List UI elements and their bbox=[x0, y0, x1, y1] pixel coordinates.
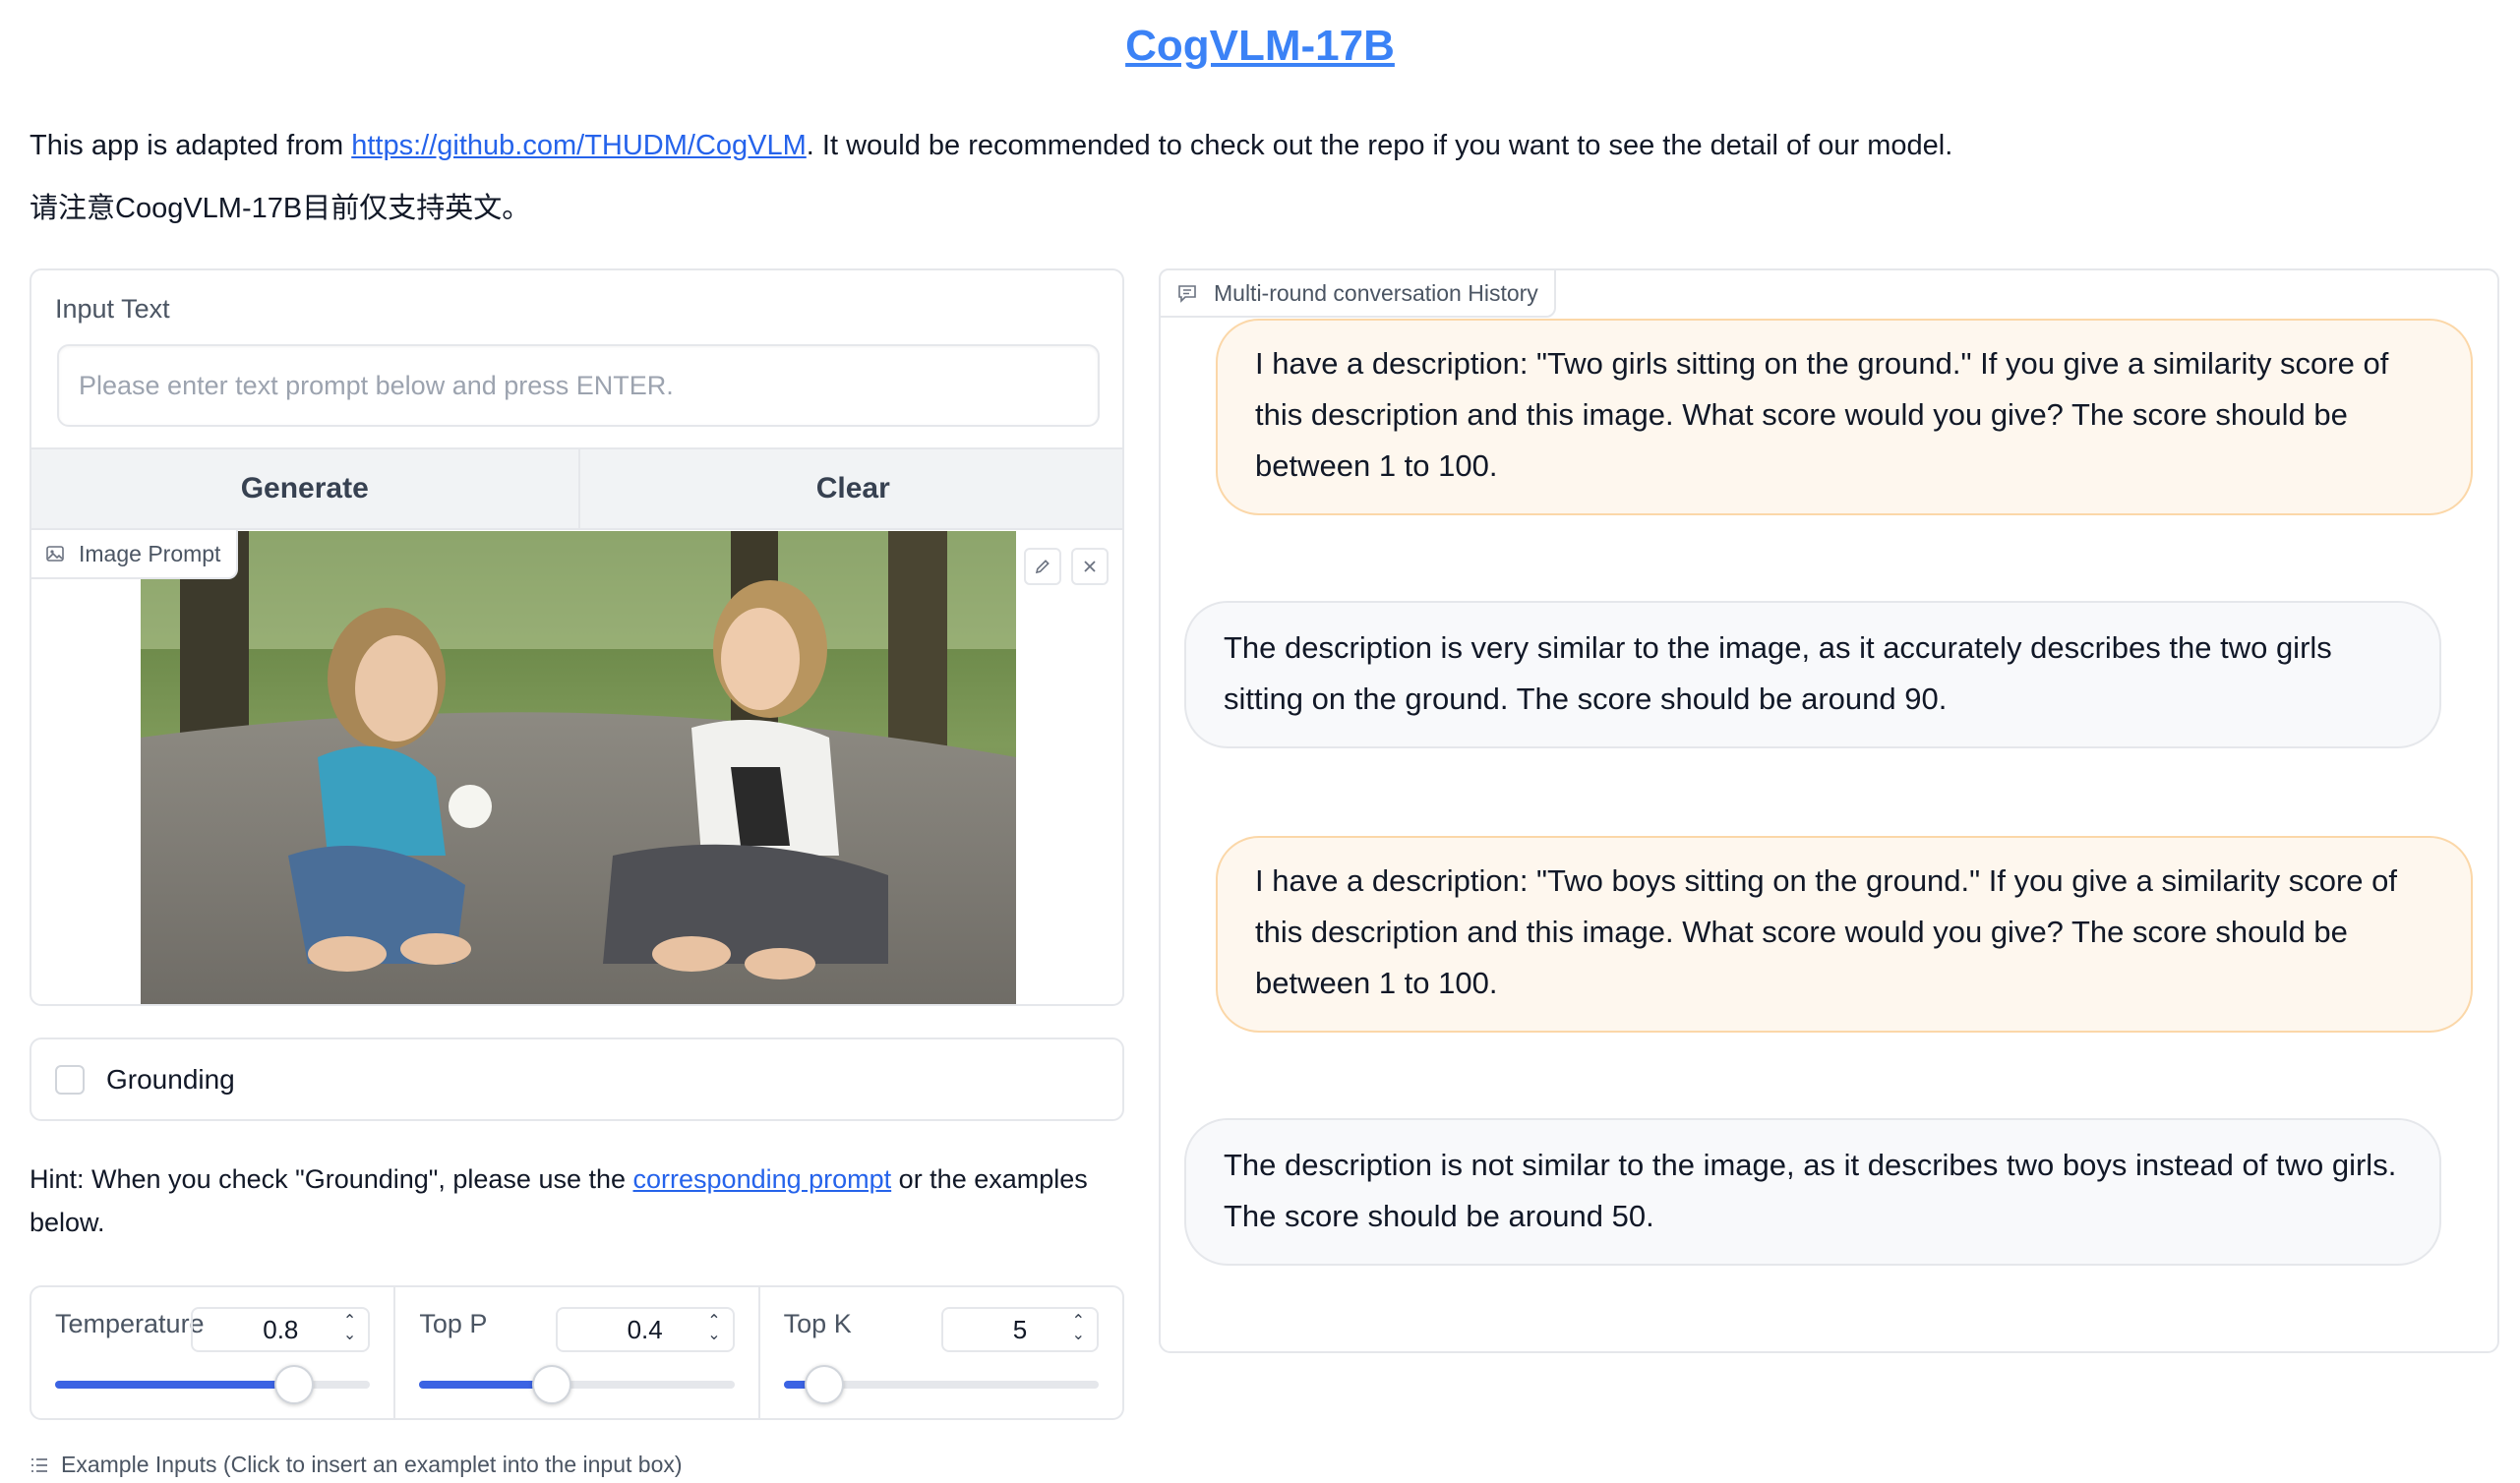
chat-icon bbox=[1178, 285, 1196, 303]
number-value: 0.4 bbox=[627, 1314, 663, 1344]
image-icon bbox=[46, 546, 64, 562]
number-input[interactable]: 0.4 ⌃ ⌄ bbox=[555, 1307, 735, 1352]
examples-header[interactable]: Example Inputs (Click to insert an examp… bbox=[30, 1452, 683, 1478]
prompt-input[interactable] bbox=[57, 344, 1100, 427]
repo-link[interactable]: https://github.com/THUDM/CogVLM bbox=[351, 130, 807, 161]
spinner-icon[interactable]: ⌃ ⌄ bbox=[707, 1314, 720, 1343]
user-message: I have a description: "Two boys sitting … bbox=[1216, 836, 2473, 1033]
hint-prefix: Hint: When you check "Grounding", please… bbox=[30, 1164, 633, 1194]
slider-track[interactable] bbox=[55, 1365, 371, 1404]
intro-suffix: . It would be recommended to check out t… bbox=[806, 130, 1953, 161]
param-label: Top K bbox=[783, 1309, 852, 1338]
grounding-label: Grounding bbox=[106, 1063, 235, 1095]
image-tools bbox=[1024, 548, 1109, 585]
examples-label: Example Inputs (Click to insert an examp… bbox=[61, 1452, 683, 1477]
slider-thumb[interactable] bbox=[805, 1365, 845, 1404]
image-prompt-label: Image Prompt bbox=[31, 530, 239, 579]
intro-text: This app is adapted from https://github.… bbox=[30, 130, 1952, 162]
param-top-p: Top P 0.4 ⌃ ⌄ bbox=[395, 1287, 760, 1418]
close-icon[interactable] bbox=[1071, 548, 1109, 585]
language-note: 请注意CoogVLM-17B目前仅支持英文。 bbox=[30, 193, 531, 224]
param-temperature: Temperature 0.8 ⌃ ⌄ bbox=[31, 1287, 396, 1418]
chat-history-title: Multi-round conversation History bbox=[1214, 279, 1538, 306]
action-buttons: Generate Clear bbox=[31, 447, 1122, 530]
bot-message: The description is very similar to the i… bbox=[1184, 601, 2441, 748]
edit-icon[interactable] bbox=[1024, 548, 1061, 585]
grounding-checkbox[interactable] bbox=[55, 1064, 85, 1095]
slider-thumb[interactable] bbox=[274, 1365, 315, 1404]
slider-track[interactable] bbox=[783, 1365, 1099, 1404]
spinner-icon[interactable]: ⌃ ⌄ bbox=[1072, 1314, 1085, 1343]
user-message: I have a description: "Two girls sitting… bbox=[1216, 319, 2473, 515]
slider-thumb[interactable] bbox=[531, 1365, 571, 1404]
uploaded-image bbox=[141, 531, 1016, 1004]
grounding-hint: Hint: When you check "Grounding", please… bbox=[30, 1157, 1124, 1244]
generation-params: Temperature 0.8 ⌃ ⌄ Top P 0.4 ⌃ ⌄ Top K 5 … bbox=[30, 1285, 1124, 1420]
page-title[interactable]: CogVLM-17B bbox=[0, 22, 2520, 71]
bot-message: The description is not similar to the im… bbox=[1184, 1118, 2441, 1266]
input-panel: Input Text Generate Clear Image Prompt bbox=[30, 268, 1124, 1006]
param-label: Temperature bbox=[55, 1309, 205, 1338]
clear-button[interactable]: Clear bbox=[577, 449, 1122, 528]
number-value: 0.8 bbox=[263, 1314, 299, 1344]
image-prompt-text: Image Prompt bbox=[79, 540, 221, 566]
grounding-panel: Grounding bbox=[30, 1038, 1124, 1121]
number-input[interactable]: 5 ⌃ ⌄ bbox=[940, 1307, 1099, 1352]
chatbot-panel: Multi-round conversation History I have … bbox=[1159, 268, 2499, 1353]
generate-button[interactable]: Generate bbox=[31, 449, 578, 528]
corresponding-prompt-link[interactable]: corresponding prompt bbox=[633, 1164, 892, 1194]
param-label: Top P bbox=[419, 1309, 488, 1338]
number-input[interactable]: 0.8 ⌃ ⌄ bbox=[191, 1307, 371, 1352]
chat-history-label: Multi-round conversation History bbox=[1159, 268, 1556, 318]
param-top-k: Top K 5 ⌃ ⌄ bbox=[760, 1287, 1122, 1418]
slider-track[interactable] bbox=[419, 1365, 735, 1404]
number-value: 5 bbox=[1012, 1314, 1028, 1344]
spinner-icon[interactable]: ⌃ ⌄ bbox=[343, 1314, 356, 1343]
intro-prefix: This app is adapted from bbox=[30, 130, 352, 161]
input-text-label: Input Text bbox=[55, 294, 170, 324]
slider-fill bbox=[55, 1381, 295, 1389]
list-icon bbox=[31, 1457, 47, 1472]
